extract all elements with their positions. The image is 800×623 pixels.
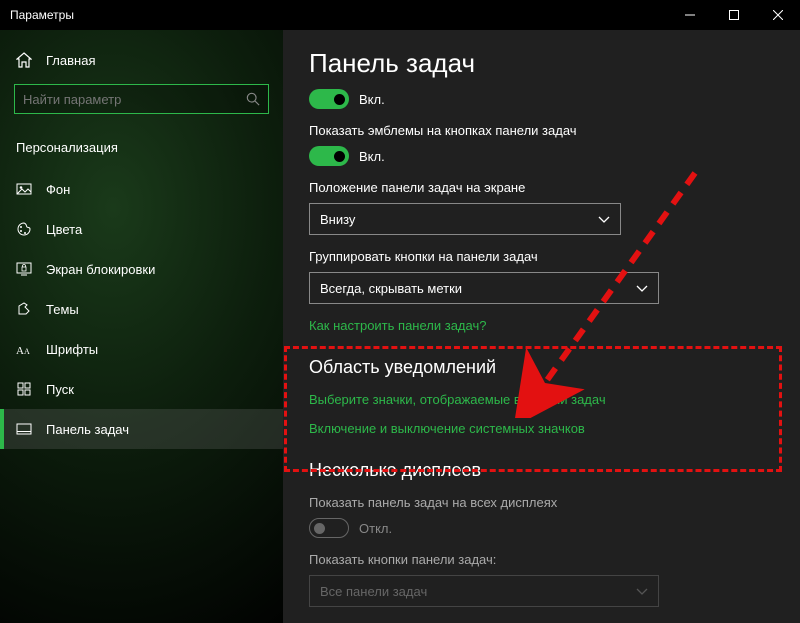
svg-text:A: A (24, 347, 30, 356)
sidebar-item-start[interactable]: Пуск (0, 369, 283, 409)
fonts-icon: AA (16, 341, 32, 357)
multi-buttons-value: Все панели задач (320, 584, 427, 599)
search-field[interactable] (23, 92, 246, 107)
sidebar-item-label: Цвета (46, 222, 82, 237)
sidebar-item-label: Пуск (46, 382, 74, 397)
system-icons-link[interactable]: Включение и выключение системных значков (309, 421, 774, 436)
toggle-state: Вкл. (359, 92, 385, 107)
maximize-button[interactable] (712, 0, 756, 30)
chevron-down-icon (636, 281, 648, 296)
window-title: Параметры (10, 8, 74, 22)
badges-state: Вкл. (359, 149, 385, 164)
chevron-down-icon (598, 212, 610, 227)
position-combobox[interactable]: Внизу (309, 203, 621, 235)
sidebar-item-background[interactable]: Фон (0, 169, 283, 209)
themes-icon (16, 301, 32, 317)
sidebar-item-label: Экран блокировки (46, 262, 155, 277)
multi-show-toggle[interactable] (309, 518, 349, 538)
start-icon (16, 381, 32, 397)
position-value: Внизу (320, 212, 355, 227)
close-button[interactable] (756, 0, 800, 30)
home-icon (16, 52, 32, 68)
badges-toggle[interactable] (309, 146, 349, 166)
position-label: Положение панели задач на экране (309, 180, 774, 195)
search-icon (246, 92, 260, 106)
sidebar-item-label: Панель задач (46, 422, 129, 437)
svg-text:A: A (16, 345, 24, 357)
multi-show-label: Показать панель задач на всех дисплеях (309, 495, 774, 510)
badges-label: Показать эмблемы на кнопках панели задач (309, 123, 774, 138)
sidebar-item-label: Фон (46, 182, 70, 197)
grouping-label: Группировать кнопки на панели задач (309, 249, 774, 264)
multi-buttons-combobox: Все панели задач (309, 575, 659, 607)
palette-icon (16, 221, 32, 237)
home-link[interactable]: Главная (0, 42, 283, 78)
picture-icon (16, 181, 32, 197)
sidebar-item-label: Темы (46, 302, 79, 317)
toggle-switch[interactable] (309, 89, 349, 109)
home-label: Главная (46, 53, 95, 68)
titlebar: Параметры (0, 0, 800, 30)
window-controls (668, 0, 800, 30)
page-title: Панель задач (309, 48, 774, 79)
section-header: Персонализация (0, 132, 283, 169)
sidebar-item-colors[interactable]: Цвета (0, 209, 283, 249)
sidebar-item-taskbar[interactable]: Панель задач (0, 409, 283, 449)
lockscreen-icon (16, 261, 32, 277)
grouping-combobox[interactable]: Всегда, скрывать метки (309, 272, 659, 304)
sidebar-item-fonts[interactable]: AA Шрифты (0, 329, 283, 369)
sidebar-item-label: Шрифты (46, 342, 98, 357)
sidebar-item-themes[interactable]: Темы (0, 289, 283, 329)
search-input[interactable] (14, 84, 269, 114)
help-link[interactable]: Как настроить панели задач? (309, 318, 774, 333)
notification-area-header: Область уведомлений (309, 357, 774, 378)
multi-display-header: Несколько дисплеев (309, 460, 774, 481)
minimize-button[interactable] (668, 0, 712, 30)
multi-show-state: Откл. (359, 521, 392, 536)
main-panel: Панель задач Вкл. Показать эмблемы на кн… (283, 30, 800, 623)
taskbar-icon (16, 421, 32, 437)
grouping-value: Всегда, скрывать метки (320, 281, 462, 296)
select-icons-link[interactable]: Выберите значки, отображаемые в панели з… (309, 392, 774, 407)
sidebar: Главная Персонализация Фон Цвета Экран б… (0, 30, 283, 623)
multi-buttons-label: Показать кнопки панели задач: (309, 552, 774, 567)
sidebar-item-lockscreen[interactable]: Экран блокировки (0, 249, 283, 289)
chevron-down-icon (636, 584, 648, 599)
